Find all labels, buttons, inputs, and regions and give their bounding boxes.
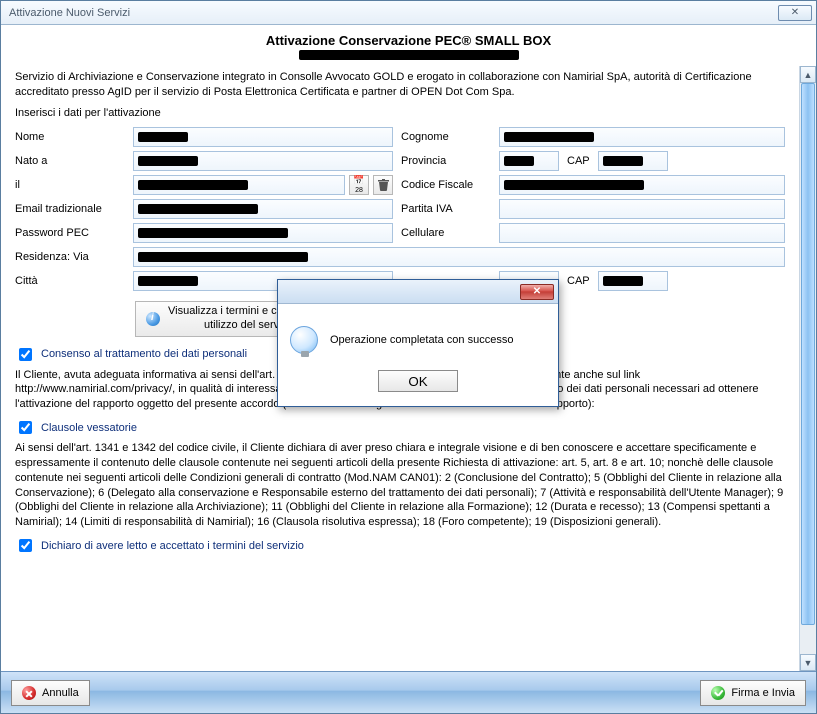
scroll-up-button[interactable]: ▲ [800, 66, 816, 83]
input-cap2[interactable] [598, 271, 668, 291]
input-email[interactable] [133, 199, 393, 219]
label-citta: Città [15, 275, 125, 287]
footer-bar: Annulla Firma e Invia [1, 671, 816, 713]
success-dialog: ✕ Operazione completata con successo OK [277, 279, 559, 407]
clausole-checkbox[interactable] [19, 421, 32, 434]
page-title: Attivazione Conservazione PEC® SMALL BOX [1, 25, 816, 50]
scroll-thumb[interactable] [801, 83, 815, 625]
input-cf[interactable] [499, 175, 785, 195]
label-cf: Codice Fiscale [401, 179, 491, 191]
intro-text-1: Servizio di Archiviazione e Conservazion… [15, 70, 785, 100]
dialog-ok-button[interactable]: OK [378, 370, 458, 392]
dialog-message: Operazione completata con successo [330, 334, 513, 346]
clausole-text: Ai sensi dell'art. 1341 e 1342 del codic… [15, 441, 785, 530]
consent-personal-data-checkbox[interactable] [19, 348, 32, 361]
input-nome[interactable] [133, 127, 393, 147]
scroll-down-button[interactable]: ▼ [800, 654, 816, 671]
label-password: Password PEC [15, 227, 125, 239]
input-cognome[interactable] [499, 127, 785, 147]
input-password[interactable] [133, 223, 393, 243]
input-provincia[interactable] [499, 151, 559, 171]
label-residenza: Residenza: Via [15, 251, 125, 263]
label-cap2: CAP [567, 275, 590, 287]
input-residenza[interactable] [133, 247, 785, 267]
submit-label: Firma e Invia [731, 687, 795, 699]
close-icon: ✕ [533, 286, 541, 297]
label-il: il [15, 179, 125, 191]
dialog-titlebar: ✕ [278, 280, 558, 304]
consent-personal-data-label: Consenso al trattamento dei dati persona… [41, 348, 247, 360]
form-grid: Nome Cognome Nato a Provincia CAP il 📅28 [15, 127, 785, 291]
label-natoa: Nato a [15, 155, 125, 167]
vertical-scrollbar[interactable]: ▲ ▼ [799, 66, 816, 671]
titlebar: Attivazione Nuovi Servizi ✕ [1, 1, 816, 25]
window-close-button[interactable]: ✕ [778, 5, 812, 21]
input-cap[interactable] [598, 151, 668, 171]
info-icon: i [146, 312, 160, 326]
main-window: Attivazione Nuovi Servizi ✕ Attivazione … [0, 0, 817, 714]
label-cognome: Cognome [401, 131, 491, 143]
input-cell[interactable] [499, 223, 785, 243]
close-icon: ✕ [791, 7, 799, 18]
cancel-button[interactable]: Annulla [11, 680, 90, 706]
label-provincia: Provincia [401, 155, 491, 167]
label-cell: Cellulare [401, 227, 491, 239]
window-title: Attivazione Nuovi Servizi [9, 7, 130, 19]
input-date[interactable] [133, 175, 345, 195]
calendar-icon: 📅28 [353, 176, 364, 194]
lightbulb-icon [290, 326, 318, 354]
cancel-label: Annulla [42, 687, 79, 699]
submit-button[interactable]: Firma e Invia [700, 680, 806, 706]
chevron-down-icon: ▼ [804, 658, 813, 668]
submit-icon [711, 686, 725, 700]
label-nome: Nome [15, 131, 125, 143]
clear-date-button[interactable] [373, 175, 393, 195]
cancel-icon [22, 686, 36, 700]
trash-icon [378, 179, 389, 191]
clausole-label: Clausole vessatorie [41, 422, 137, 434]
dialog-close-button[interactable]: ✕ [520, 284, 554, 300]
terms-accept-label: Dichiaro di avere letto e accettato i te… [41, 540, 304, 552]
intro-text-2: Inserisci i dati per l'attivazione [15, 106, 785, 121]
label-piva: Partita IVA [401, 203, 491, 215]
calendar-button[interactable]: 📅28 [349, 175, 369, 195]
label-cap: CAP [567, 155, 590, 167]
input-natoa[interactable] [133, 151, 393, 171]
terms-accept-checkbox[interactable] [19, 539, 32, 552]
chevron-up-icon: ▲ [804, 70, 813, 80]
label-email: Email tradizionale [15, 203, 125, 215]
redacted-subtitle [299, 50, 519, 60]
input-piva[interactable] [499, 199, 785, 219]
scroll-track[interactable] [800, 83, 816, 654]
